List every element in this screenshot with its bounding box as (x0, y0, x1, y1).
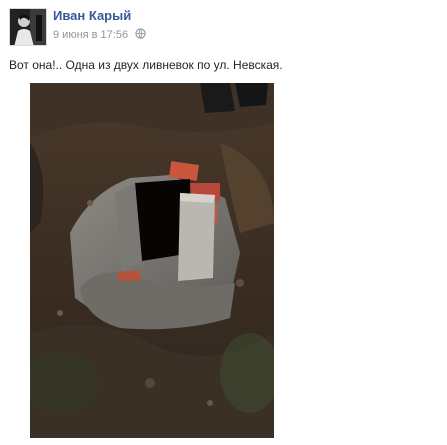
post-photo[interactable] (30, 83, 274, 438)
author-avatar[interactable] (9, 8, 47, 46)
post-meta: 9 июня в 17:56 (53, 28, 146, 42)
post-header: Иван Карый 9 июня в 17:56 (9, 6, 429, 46)
post-text: Вот она!.. Одна из двух ливневок по ул. … (9, 58, 283, 72)
post-timestamp-link[interactable]: 9 июня в 17:56 (53, 29, 128, 41)
feed-post: Иван Карый 9 июня в 17:56 Вот она!.. Одн… (0, 0, 447, 445)
author-name-link[interactable]: Иван Карый (53, 8, 131, 23)
globe-icon (135, 28, 146, 42)
